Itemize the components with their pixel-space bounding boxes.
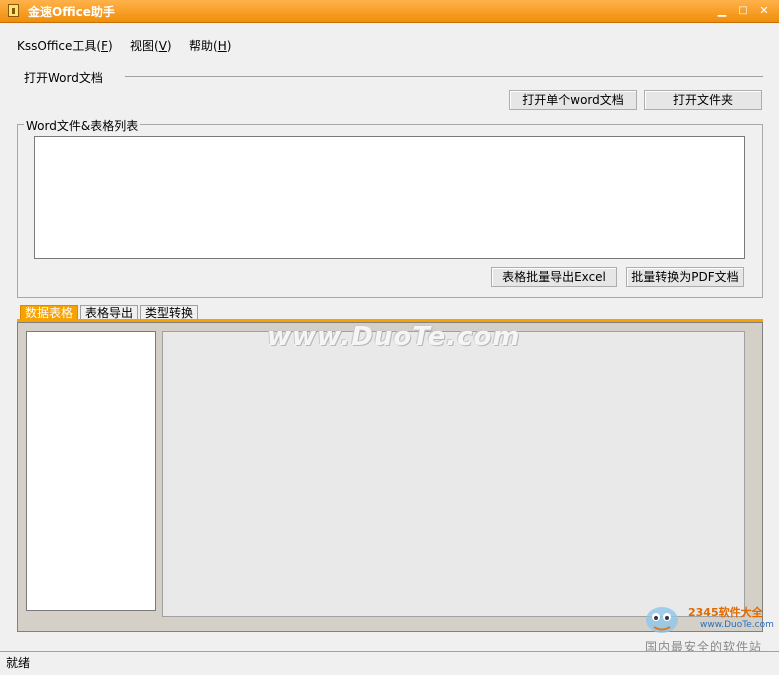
status-text: 就绪 — [6, 656, 31, 670]
watermark-text: www.DuoTe.com — [267, 322, 521, 352]
file-table-group-label: Word文件&表格列表 — [24, 117, 141, 134]
maximize-button[interactable]: □ — [735, 3, 751, 19]
close-button[interactable]: ✕ — [756, 3, 772, 19]
duote-mascot-icon — [646, 607, 678, 633]
open-word-label: 打开Word文档 — [24, 71, 103, 85]
tab-data-table[interactable]: 数据表格 — [20, 305, 79, 320]
window-title: 金速Office助手 — [28, 5, 115, 19]
badge-brand-name: 2345软件大全 — [688, 606, 763, 619]
open-single-word-button[interactable]: 打开单个word文档 — [509, 90, 637, 110]
open-folder-button[interactable]: 打开文件夹 — [644, 90, 762, 110]
convert-pdf-button[interactable]: 批量转换为PDF文档 — [626, 267, 744, 287]
menu-kssoffice-tools[interactable]: KssOffice工具(F) — [15, 37, 115, 54]
section-divider — [125, 76, 763, 77]
status-bar — [0, 651, 779, 675]
app-icon — [8, 4, 19, 17]
table-list[interactable] — [26, 331, 156, 611]
title-bar[interactable] — [0, 0, 779, 23]
tab-table-export[interactable]: 表格导出 — [80, 305, 139, 320]
minimize-button[interactable]: ▁ — [714, 3, 730, 19]
tab-type-convert[interactable]: 类型转换 — [140, 305, 199, 320]
badge-url: www.DuoTe.com — [700, 620, 774, 630]
menu-help[interactable]: 帮助(H) — [187, 37, 233, 54]
export-excel-button[interactable]: 表格批量导出Excel — [491, 267, 617, 287]
data-grid[interactable] — [162, 331, 745, 617]
word-file-list[interactable] — [34, 136, 745, 259]
menu-view[interactable]: 视图(V) — [128, 37, 174, 54]
